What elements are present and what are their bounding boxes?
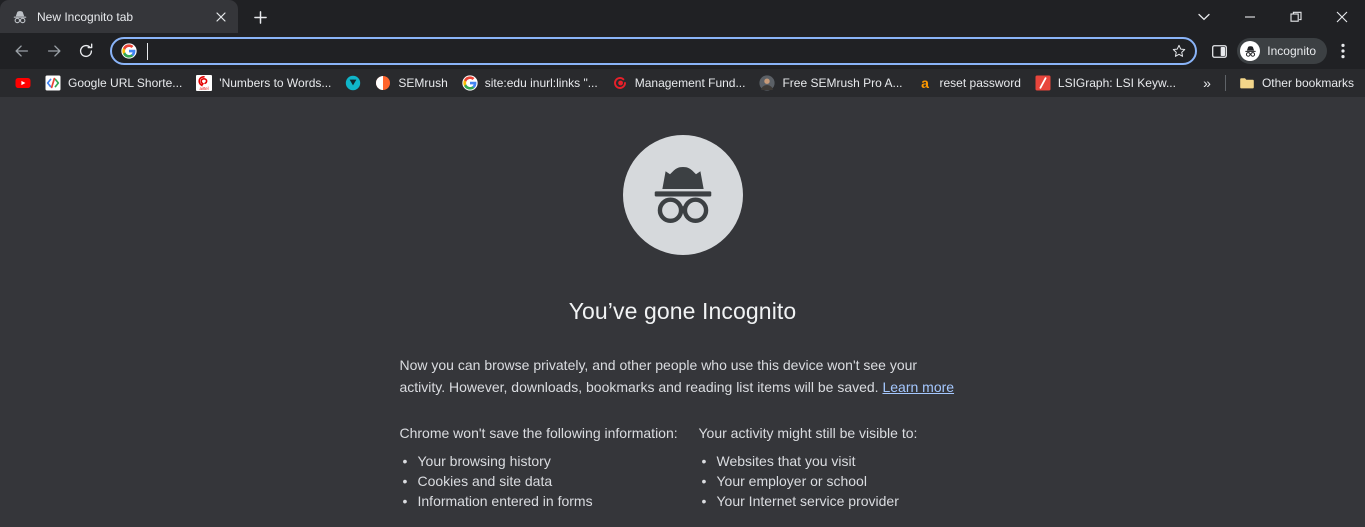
incognito-hero-icon-container — [622, 135, 743, 255]
bookmark-item[interactable]: a reset password — [910, 72, 1028, 94]
address-bar[interactable] — [110, 37, 1198, 65]
bookmark-item[interactable]: site:edu inurl:links "... — [455, 72, 605, 94]
list-item: Cookies and site data — [403, 471, 683, 491]
close-button[interactable] — [1319, 0, 1365, 33]
avatar — [1240, 41, 1261, 61]
incognito-page: You’ve gone Incognito Now you can browse… — [0, 97, 1365, 527]
other-bookmarks-label: Other bookmarks — [1261, 76, 1354, 90]
amazon-a-icon: a — [921, 75, 929, 91]
bookmark-label: reset password — [939, 76, 1021, 90]
forward-button[interactable] — [39, 36, 69, 66]
bookmark-item[interactable]: Management Fund... — [605, 72, 753, 94]
bookmark-star-button[interactable] — [1167, 39, 1191, 63]
bookmark-item[interactable] — [8, 72, 38, 94]
bookmark-label: LSIGraph: LSI Keyw... — [1057, 76, 1176, 90]
google-g-icon — [121, 43, 137, 59]
page-description: Now you can browse privately, and other … — [400, 354, 966, 398]
incognito-avatar-icon — [1245, 45, 1256, 57]
incognito-icon — [13, 10, 27, 23]
bookmark-item[interactable]: Google URL Shorte... — [38, 72, 189, 94]
bookmark-item[interactable]: SEMrush — [368, 72, 454, 94]
maximize-button[interactable] — [1273, 0, 1319, 33]
google-devtools-icon — [45, 75, 61, 91]
list-item: Your browsing history — [403, 451, 683, 471]
bookmark-label: site:edu inurl:links "... — [484, 76, 598, 90]
close-icon — [1336, 11, 1348, 22]
list-item: Your Internet service provider — [702, 491, 966, 511]
column-heading: Chrome won't save the following informat… — [399, 425, 678, 441]
bookmark-item[interactable] — [338, 72, 368, 94]
bookmark-label: 'Numbers to Words... — [219, 76, 332, 90]
bookmarks-bar: Google URL Shorte... airtel 'Numbers to … — [0, 69, 1365, 97]
window-controls — [1181, 0, 1365, 33]
tab-new-incognito-tab[interactable]: New Incognito tab — [0, 0, 238, 33]
svg-text:a: a — [921, 75, 929, 91]
address-bar-input[interactable] — [147, 39, 1163, 63]
avatar-photo-icon — [759, 75, 776, 91]
folder-icon — [1240, 78, 1254, 89]
page-title: You’ve gone Incognito — [568, 298, 797, 324]
red-swirl-icon — [613, 77, 626, 89]
side-panel-icon — [1211, 44, 1227, 58]
minimize-button[interactable] — [1227, 0, 1273, 33]
bookmark-item[interactable]: airtel 'Numbers to Words... — [189, 72, 338, 94]
divider — [1224, 75, 1226, 91]
list-item: Websites that you visit — [702, 451, 966, 471]
arrow-left-icon — [15, 45, 29, 57]
side-panel-button[interactable] — [1204, 36, 1234, 66]
tab-strip: New Incognito tab — [0, 0, 1365, 33]
incognito-large-icon — [654, 167, 711, 224]
column-not-saved: Chrome won't save the following informat… — [400, 423, 683, 511]
new-tab-button[interactable] — [246, 3, 274, 31]
bookmarks-bar-right: » Other bookmarks — [1195, 72, 1361, 94]
airtel-icon: airtel — [196, 75, 213, 91]
learn-more-link[interactable]: Learn more — [882, 379, 954, 395]
semrush-icon — [376, 76, 391, 90]
page-description-line2: However, downloads, bookmarks and readin… — [449, 379, 879, 395]
list-item: Your employer or school — [702, 471, 966, 491]
column-list: Your browsing history Cookies and site d… — [400, 451, 683, 511]
lsigraph-icon — [1035, 75, 1051, 91]
teal-circle-icon — [346, 75, 361, 91]
column-list: Websites that you visit Your employer or… — [699, 451, 966, 511]
minimize-icon — [1245, 15, 1255, 18]
restore-icon — [1290, 11, 1302, 22]
reload-button[interactable] — [71, 36, 101, 66]
arrow-right-icon — [47, 45, 61, 57]
profile-label: Incognito — [1267, 44, 1316, 58]
bookmark-label: Google URL Shorte... — [68, 76, 183, 90]
browser-toolbar: Incognito — [0, 33, 1365, 69]
bookmark-item[interactable]: LSIGraph: LSI Keyw... — [1028, 72, 1183, 94]
back-button[interactable] — [7, 36, 37, 66]
three-dot-menu-icon — [1341, 43, 1345, 59]
column-visible-to: Your activity might still be visible to:… — [683, 423, 966, 511]
svg-text:airtel: airtel — [200, 86, 209, 91]
bookmark-star-icon — [1173, 44, 1186, 57]
profile-incognito-button[interactable]: Incognito — [1237, 38, 1327, 64]
column-heading: Your activity might still be visible to: — [698, 425, 918, 441]
info-columns: Chrome won't save the following informat… — [400, 423, 966, 511]
bookmark-label: SEMrush — [398, 76, 448, 90]
text-caret — [147, 42, 148, 60]
bookmark-item[interactable]: Free SEMrush Pro A... — [752, 72, 909, 94]
tab-search-button[interactable] — [1181, 0, 1227, 33]
tab-title: New Incognito tab — [37, 9, 134, 24]
tab-close-button[interactable] — [212, 8, 230, 26]
list-item: Information entered in forms — [403, 491, 683, 511]
bookmarks-overflow-button[interactable]: » — [1195, 72, 1219, 94]
close-icon — [216, 11, 226, 22]
other-bookmarks-button[interactable]: Other bookmarks — [1232, 72, 1361, 94]
google-icon — [462, 75, 478, 91]
youtube-icon — [15, 78, 31, 88]
chevron-down-icon — [1198, 13, 1210, 20]
bookmark-label: Free SEMrush Pro A... — [782, 76, 903, 90]
chrome-menu-button[interactable] — [1328, 36, 1358, 66]
bookmark-label: Management Fund... — [634, 76, 746, 90]
plus-icon — [253, 10, 267, 24]
reload-icon — [79, 43, 93, 58]
